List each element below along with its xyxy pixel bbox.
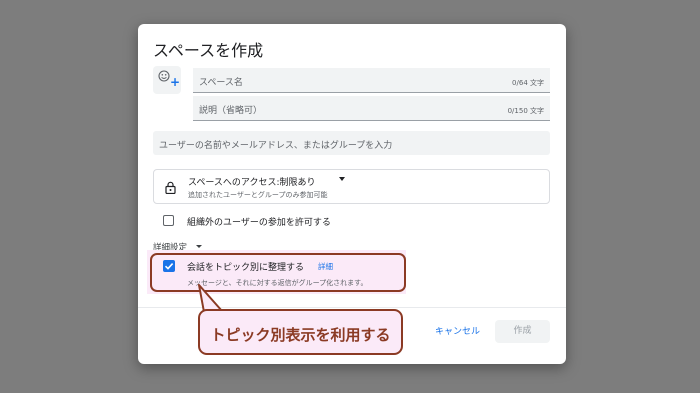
description-placeholder: 説明（省略可） [199,106,263,116]
topic-learn-more-link[interactable]: 詳細 [318,261,333,272]
space-name-placeholder: スペース名 [199,78,243,88]
callout-text: トピック別表示を利用する [210,326,391,344]
access-title: スペースへのアクセス:制限あり [188,178,316,188]
topic-label: 会話をトピック別に整理する [187,263,305,273]
access-subtitle: 追加されたユーザーとグループのみ参加可能 [188,191,328,199]
space-name-input[interactable]: スペース名 0/64 文字 [193,68,550,93]
description-input[interactable]: 説明（省略可） 0/150 文字 [193,96,550,121]
access-selector[interactable]: スペースへのアクセス:制限あり 追加されたユーザーとグループのみ参加可能 [153,169,550,204]
dialog-title: スペースを作成 [153,41,264,60]
chevron-down-icon [339,177,345,181]
description-counter: 0/150 文字 [507,107,544,115]
plus-icon: + [170,75,181,89]
external-users-label: 組織外のユーザーの参加を許可する [187,218,331,228]
topic-checkbox[interactable] [163,260,175,272]
space-name-counter: 0/64 文字 [512,79,544,87]
external-users-checkbox[interactable] [163,215,174,226]
emoji-add-button[interactable]: + [153,66,181,94]
cancel-button[interactable]: キャンセル [435,324,480,337]
checkmark-icon [164,263,174,270]
annotation-callout: トピック別表示を利用する [198,309,403,355]
advanced-caret-icon [196,245,202,248]
create-button[interactable]: 作成 [495,320,550,343]
people-placeholder: ユーザーの名前やメールアドレス、またはグループを入力 [159,141,393,151]
lock-icon [165,181,176,194]
people-input[interactable]: ユーザーの名前やメールアドレス、またはグループを入力 [153,131,550,155]
